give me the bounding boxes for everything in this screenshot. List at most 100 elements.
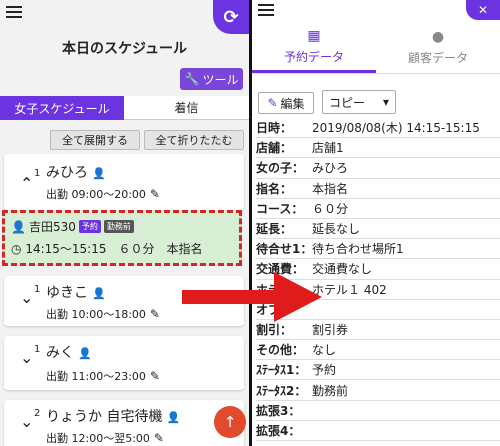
edit-icon[interactable]: ✎ xyxy=(150,187,160,201)
edit-button-label: 編集 xyxy=(280,96,305,111)
detail-value: 予約 xyxy=(312,363,337,378)
booking-detail-panel: ✕ ▦ 予約データ ● 顧客データ ✎ 編集 コピー ▾ 日時： 2019/08/… xyxy=(252,0,500,446)
user-edit-icon[interactable]: 👤 xyxy=(92,287,106,300)
detail-tabs: ▦ 予約データ ● 顧客データ xyxy=(252,22,500,74)
collapse-all-button[interactable]: 全て折りたたむ xyxy=(144,130,244,150)
menu-icon[interactable] xyxy=(258,4,274,16)
user-edit-icon[interactable]: 👤 xyxy=(166,411,180,424)
tab-customer-data[interactable]: ● 顧客データ xyxy=(376,22,500,73)
tab-label: 予約データ xyxy=(283,49,344,64)
girl-name-row: みく 👤 xyxy=(46,342,92,362)
card-number: 1 xyxy=(34,284,41,295)
wrench-icon: 🔧 xyxy=(184,72,200,86)
arrow-up-icon: ↑ xyxy=(223,413,237,431)
booking-item[interactable]: 👤 吉田530 予約 勤務前 ◷ 14:15〜15:15 ６０分 本指名 xyxy=(2,210,242,266)
work-hours-row: 出勤 10:00〜18:00 ✎ xyxy=(46,306,160,322)
edit-button[interactable]: ✎ 編集 xyxy=(258,92,314,114)
girl-name-row: りょうか 自宅待機 👤 xyxy=(46,406,180,426)
schedule-panel: ⟳ 本日のスケジュール 🔧 ツール 女子スケジュール 着信 全て展開する 全て折… xyxy=(0,0,249,446)
expand-all-button[interactable]: 全て展開する xyxy=(50,130,140,150)
detail-label: 待合せ1： xyxy=(256,242,313,257)
detail-value: 待ち合わせ場所1 xyxy=(312,242,404,257)
copy-select[interactable]: コピー ▾ xyxy=(322,90,396,114)
page-title: 本日のスケジュール xyxy=(61,41,188,57)
tab-incoming[interactable]: 着信 xyxy=(124,96,249,120)
work-hours-row: 出勤 09:00〜20:00 ✎ xyxy=(46,186,160,202)
girl-card[interactable]: ⌃ 1 みひろ 👤 出勤 09:00〜20:00 ✎ xyxy=(4,154,244,210)
menu-icon[interactable] xyxy=(6,6,22,18)
girl-name-row: ゆきこ 👤 xyxy=(46,282,106,302)
detail-label: 拡張4： xyxy=(256,423,301,438)
user-icon: 👤 xyxy=(11,219,26,234)
clock-icon: ◷ xyxy=(11,242,22,256)
detail-value: 勤務前 xyxy=(312,383,349,398)
girl-name: みく xyxy=(46,345,74,361)
booking-time: 14:15〜15:15 ６０分 本指名 xyxy=(25,242,203,256)
scroll-top-button[interactable]: ↑ xyxy=(214,406,246,438)
work-hours: 出勤 10:00〜18:00 xyxy=(46,308,146,321)
work-hours: 出勤 11:00〜23:00 xyxy=(46,370,146,383)
girl-card[interactable]: ⌄ 1 みく 👤 出勤 11:00〜23:00 ✎ xyxy=(4,336,244,390)
detail-value: 本指名 xyxy=(312,181,349,196)
booking-header: 👤 吉田530 予約 勤務前 xyxy=(11,218,134,235)
detail-value: みひろ xyxy=(312,161,349,176)
reserved-badge: 予約 xyxy=(78,220,101,233)
detail-row: その他： なし xyxy=(256,340,500,361)
user-edit-icon[interactable]: 👤 xyxy=(92,167,106,180)
close-icon[interactable]: ✕ xyxy=(466,0,500,20)
detail-row: 日時： 2019/08/08(木) 14:15-15:15 xyxy=(256,118,500,139)
arrow-icon xyxy=(182,272,322,322)
card-number: 1 xyxy=(34,344,41,355)
edit-icon[interactable]: ✎ xyxy=(154,431,164,445)
edit-icon[interactable]: ✎ xyxy=(150,307,160,321)
chevron-down-icon[interactable]: ⌄ xyxy=(20,412,33,431)
work-hours-row: 出勤 11:00〜23:00 ✎ xyxy=(46,368,160,384)
detail-row: 待合せ1： 待ち合わせ場所1 xyxy=(256,239,500,260)
user-icon: ● xyxy=(431,29,445,45)
girl-name: ゆきこ xyxy=(46,285,88,301)
detail-label: ｽﾃｰﾀｽ1： xyxy=(256,363,307,378)
detail-value: ホテル１ 402 xyxy=(312,282,387,297)
customer-name: 吉田530 xyxy=(28,220,76,234)
edit-icon[interactable]: ✎ xyxy=(150,369,160,383)
booking-time-row: ◷ 14:15〜15:15 ６０分 本指名 xyxy=(11,240,202,257)
detail-label: ｽﾃｰﾀｽ2： xyxy=(256,383,307,398)
card-number: 2 xyxy=(34,408,41,419)
tab-label: 顧客データ xyxy=(407,51,468,65)
detail-value: 延長なし xyxy=(312,222,361,237)
user-edit-icon[interactable]: 👤 xyxy=(78,347,92,360)
status-badge: 勤務前 xyxy=(103,220,134,233)
detail-value: 2019/08/08(木) 14:15-15:15 xyxy=(312,121,480,136)
chevron-up-icon[interactable]: ⌃ xyxy=(20,174,33,193)
detail-label: 日時： xyxy=(256,121,293,136)
card-number: 1 xyxy=(34,168,41,179)
calendar-icon: ▦ xyxy=(307,27,321,44)
detail-value: なし xyxy=(312,343,337,358)
tool-button-label: ツール xyxy=(202,72,239,87)
detail-row: 女の子： みひろ xyxy=(256,158,500,179)
tab-booking-data[interactable]: ▦ 予約データ xyxy=(252,22,376,73)
copy-select-value: コピー xyxy=(329,95,366,110)
chevron-down-icon[interactable]: ⌄ xyxy=(20,288,33,307)
girl-card[interactable]: ⌄ 2 りょうか 自宅待機 👤 出勤 12:00〜翌5:00 ✎ xyxy=(4,400,244,446)
detail-label: 女の子： xyxy=(256,161,305,176)
detail-row: 拡張3： xyxy=(256,401,500,421)
tab-girls-schedule[interactable]: 女子スケジュール xyxy=(0,96,124,120)
detail-label: その他： xyxy=(256,343,305,358)
schedule-tabs: 女子スケジュール 着信 xyxy=(0,96,249,120)
tool-button[interactable]: 🔧 ツール xyxy=(180,68,243,90)
detail-row: 指名： 本指名 xyxy=(256,179,500,199)
caret-down-icon: ▾ xyxy=(382,95,389,109)
detail-label: 拡張3： xyxy=(256,403,301,418)
girl-name: りょうか 自宅待機 xyxy=(46,409,163,425)
refresh-icon[interactable]: ⟳ xyxy=(213,0,249,34)
edit-icon: ✎ xyxy=(267,96,278,110)
detail-row: 延長： 延長なし xyxy=(256,219,500,240)
detail-label: 店舗： xyxy=(256,141,293,156)
chevron-down-icon[interactable]: ⌄ xyxy=(20,348,33,367)
detail-row: コース： ６０分 xyxy=(256,199,500,219)
girl-name-row: みひろ 👤 xyxy=(46,162,106,182)
detail-label: コース： xyxy=(256,201,304,216)
work-hours: 出勤 09:00〜20:00 xyxy=(46,188,146,201)
detail-row: 店舗： 店舗1 xyxy=(256,138,500,159)
